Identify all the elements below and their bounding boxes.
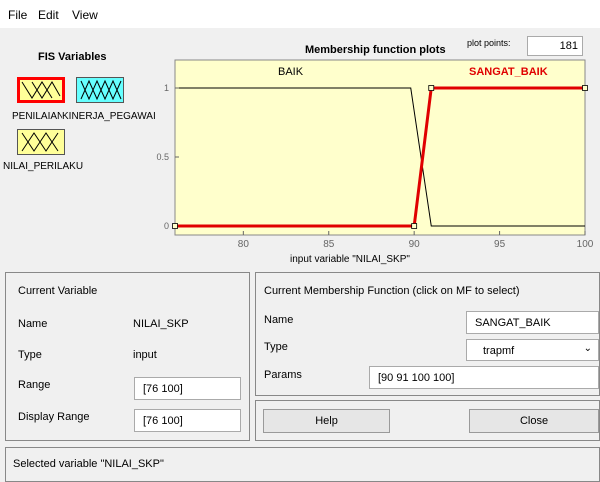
- input-variable-box-selected[interactable]: [17, 77, 65, 103]
- x-tick-label: 95: [494, 239, 506, 250]
- cv-name-label: Name: [18, 318, 48, 330]
- cv-range-input[interactable]: [76 100]: [134, 377, 241, 400]
- mf-control-point[interactable]: [582, 85, 588, 91]
- menu-view[interactable]: View: [72, 8, 98, 22]
- input-mf-icon-2: [21, 132, 59, 152]
- status-text: Selected variable "NILAI_SKP": [13, 458, 164, 470]
- mf-control-point[interactable]: [428, 85, 435, 91]
- mf-type-value: trapmf: [483, 345, 515, 357]
- plot-points-label: plot points:: [467, 38, 511, 48]
- plot-xlabel: input variable "NILAI_SKP": [290, 254, 410, 265]
- current-mf-header: Current Membership Function (click on MF…: [264, 285, 520, 297]
- x-tick-label: 90: [409, 239, 421, 250]
- x-tick-label: 100: [577, 239, 594, 250]
- mf-name-input[interactable]: SANGAT_BAIK: [466, 311, 599, 334]
- cv-type-value: input: [133, 349, 157, 361]
- buttons-panel: Help Close: [255, 400, 600, 441]
- output-variable-label: KINERJA_PEGAWAI: [62, 111, 156, 122]
- output-variable-box[interactable]: [76, 77, 124, 103]
- mf-params-label: Params: [264, 369, 302, 381]
- current-mf-panel: Current Membership Function (click on MF…: [255, 272, 600, 396]
- current-variable-header: Current Variable: [18, 285, 98, 297]
- plot-background: [174, 59, 586, 236]
- cv-type-label: Type: [18, 349, 42, 361]
- mf-control-point[interactable]: [411, 223, 418, 229]
- cv-display-range-input[interactable]: [76 100]: [134, 409, 241, 432]
- input-mf-icon: [21, 81, 61, 99]
- mf-type-select[interactable]: trapmf ⌄: [466, 339, 599, 361]
- mf-control-point[interactable]: [172, 223, 178, 229]
- help-button[interactable]: Help: [263, 409, 390, 433]
- chevron-down-icon: ⌄: [583, 343, 592, 354]
- y-tick-label: 0: [164, 221, 169, 231]
- status-bar: Selected variable "NILAI_SKP": [5, 447, 600, 482]
- cv-name-value: NILAI_SKP: [133, 318, 189, 330]
- x-tick-label: 80: [238, 239, 250, 250]
- plot-points-input[interactable]: 181: [527, 36, 583, 56]
- y-tick-label: 1: [164, 83, 169, 93]
- mf-name-label: Name: [264, 314, 294, 326]
- x-tick-label: 85: [323, 239, 335, 250]
- current-variable-panel: Current Variable Name NILAI_SKP Type inp…: [5, 272, 250, 441]
- fis-variables-title: FIS Variables: [38, 51, 107, 63]
- input-variable-box-2[interactable]: [17, 129, 65, 155]
- menu-edit[interactable]: Edit: [38, 8, 59, 22]
- mf-params-input[interactable]: [90 91 100 100]: [369, 366, 599, 389]
- y-tick-label: 0.5: [156, 152, 169, 162]
- close-button[interactable]: Close: [469, 409, 599, 433]
- mf-label-baik[interactable]: BAIK: [278, 66, 303, 78]
- input-variable-label-2: NILAI_PERILAKU: [3, 161, 84, 172]
- cv-range-label: Range: [18, 379, 51, 391]
- cv-display-range-label: Display Range: [18, 411, 90, 423]
- mf-label-sangat-baik[interactable]: SANGAT_BAIK: [469, 66, 548, 78]
- output-mf-icon: [80, 79, 122, 101]
- mf-type-label: Type: [264, 341, 288, 353]
- menu-file[interactable]: File: [8, 8, 27, 22]
- menu-bar: File Edit View: [0, 0, 600, 28]
- membership-function-plot[interactable]: 0 0.5 1 80 85 90 95 100: [150, 55, 600, 270]
